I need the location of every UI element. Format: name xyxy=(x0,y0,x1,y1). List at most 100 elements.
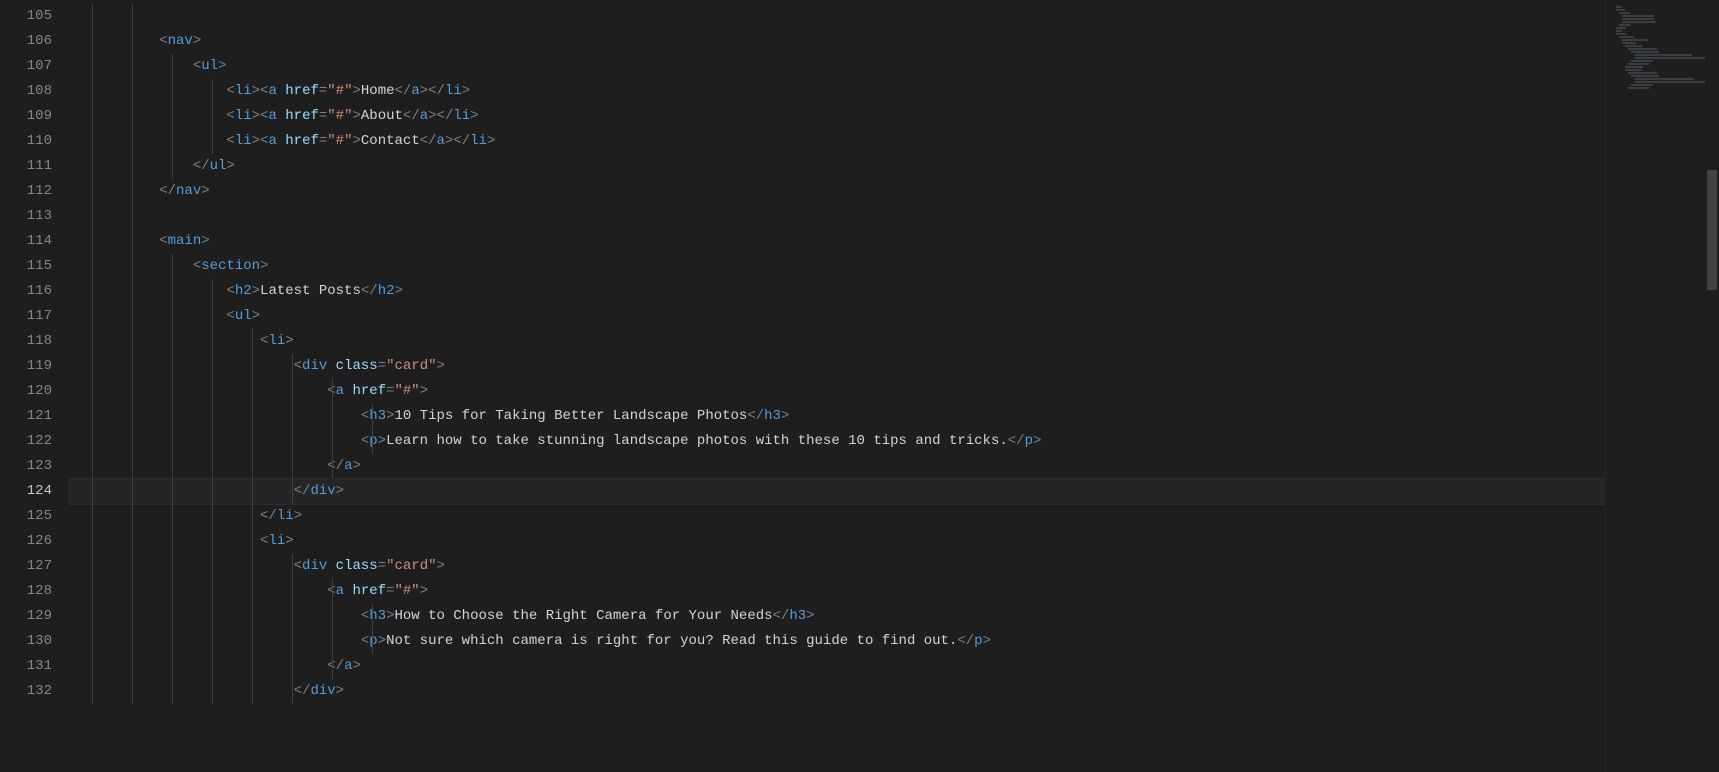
code-line[interactable]: </ul> xyxy=(70,154,1605,179)
line-number[interactable]: 115 xyxy=(0,254,52,279)
indent-guide xyxy=(332,604,333,629)
minimap[interactable] xyxy=(1605,0,1705,772)
code-line[interactable]: </div> xyxy=(70,479,1605,504)
code-line[interactable]: <div class="card"> xyxy=(70,554,1605,579)
line-number[interactable]: 131 xyxy=(0,654,52,679)
vertical-scrollbar[interactable] xyxy=(1705,0,1719,772)
line-number[interactable]: 130 xyxy=(0,629,52,654)
indent-guide xyxy=(92,129,93,154)
token-tag: nav xyxy=(176,183,201,199)
minimap-line xyxy=(1628,87,1649,89)
indent-guide xyxy=(132,379,133,404)
code-line[interactable]: <li><a href="#">Home</a></li> xyxy=(70,79,1605,104)
line-number[interactable]: 108 xyxy=(0,79,52,104)
code-line[interactable]: <h2>Latest Posts</h2> xyxy=(70,279,1605,304)
line-number[interactable]: 121 xyxy=(0,404,52,429)
line-number[interactable]: 114 xyxy=(0,229,52,254)
line-number[interactable]: 123 xyxy=(0,454,52,479)
token-txt: Learn how to take stunning landscape pho… xyxy=(386,433,1008,449)
indent-guide xyxy=(292,379,293,404)
line-number[interactable]: 117 xyxy=(0,304,52,329)
line-number[interactable]: 120 xyxy=(0,379,52,404)
token-tag: div xyxy=(310,483,335,499)
line-number[interactable]: 118 xyxy=(0,329,52,354)
line-number-gutter[interactable]: 1051061071081091101111121131141151161171… xyxy=(0,0,70,772)
token-pn: </ xyxy=(957,633,974,649)
indent-guide xyxy=(132,404,133,429)
code-line[interactable]: <li> xyxy=(70,529,1605,554)
code-line[interactable]: </li> xyxy=(70,504,1605,529)
minimap-line xyxy=(1616,6,1622,8)
line-number[interactable]: 126 xyxy=(0,529,52,554)
code-line[interactable] xyxy=(70,4,1605,29)
code-line[interactable]: <h3>How to Choose the Right Camera for Y… xyxy=(70,604,1605,629)
indent-guide xyxy=(212,679,213,704)
code-line[interactable]: <ul> xyxy=(70,54,1605,79)
line-number[interactable]: 119 xyxy=(0,354,52,379)
code-line[interactable]: </a> xyxy=(70,454,1605,479)
line-number[interactable]: 109 xyxy=(0,104,52,129)
indent-guide xyxy=(172,504,173,529)
minimap-line xyxy=(1625,66,1643,68)
indent-guide xyxy=(172,329,173,354)
code-line[interactable]: <section> xyxy=(70,254,1605,279)
code-line[interactable]: </nav> xyxy=(70,179,1605,204)
line-number[interactable]: 132 xyxy=(0,679,52,704)
code-line[interactable]: <a href="#"> xyxy=(70,579,1605,604)
line-number[interactable]: 122 xyxy=(0,429,52,454)
code-line[interactable]: <main> xyxy=(70,229,1605,254)
minimap-line xyxy=(1622,42,1636,44)
line-number[interactable]: 129 xyxy=(0,604,52,629)
indent-guide xyxy=(172,304,173,329)
minimap-line xyxy=(1625,69,1642,71)
indent-guide xyxy=(252,329,253,354)
code-line[interactable]: <p>Learn how to take stunning landscape … xyxy=(70,429,1605,454)
code-line[interactable]: <li><a href="#">Contact</a></li> xyxy=(70,129,1605,154)
token-txt xyxy=(277,108,285,124)
line-number[interactable]: 113 xyxy=(0,204,52,229)
indent-guide xyxy=(132,604,133,629)
line-number[interactable]: 107 xyxy=(0,54,52,79)
line-number[interactable]: 116 xyxy=(0,279,52,304)
line-number[interactable]: 105 xyxy=(0,4,52,29)
indent-guide xyxy=(212,554,213,579)
line-number[interactable]: 124 xyxy=(0,479,52,504)
token-pn: > xyxy=(260,258,268,274)
code-line[interactable] xyxy=(70,204,1605,229)
token-pn: > xyxy=(353,83,361,99)
code-area[interactable]: <nav> <ul> <li><a href="#">Home</a></li>… xyxy=(70,0,1605,772)
code-line[interactable]: <li><a href="#">About</a></li> xyxy=(70,104,1605,129)
code-line[interactable]: </a> xyxy=(70,654,1605,679)
indent-guide xyxy=(92,204,93,229)
code-line[interactable]: <li> xyxy=(70,329,1605,354)
token-txt xyxy=(277,83,285,99)
token-pn: </ xyxy=(395,83,412,99)
line-number[interactable]: 106 xyxy=(0,29,52,54)
line-number[interactable]: 110 xyxy=(0,129,52,154)
scrollbar-thumb[interactable] xyxy=(1707,170,1717,290)
token-pn: > xyxy=(437,358,445,374)
line-number[interactable]: 127 xyxy=(0,554,52,579)
line-number[interactable]: 128 xyxy=(0,579,52,604)
code-line[interactable]: <a href="#"> xyxy=(70,379,1605,404)
code-line[interactable]: <div class="card"> xyxy=(70,354,1605,379)
line-number[interactable]: 111 xyxy=(0,154,52,179)
token-str: "#" xyxy=(327,133,352,149)
token-tag: p xyxy=(974,633,982,649)
line-number[interactable]: 125 xyxy=(0,504,52,529)
code-line[interactable]: <h3>10 Tips for Taking Better Landscape … xyxy=(70,404,1605,429)
code-line[interactable]: <p>Not sure which camera is right for yo… xyxy=(70,629,1605,654)
code-line[interactable]: <ul> xyxy=(70,304,1605,329)
line-number[interactable]: 112 xyxy=(0,179,52,204)
indent-guide xyxy=(92,679,93,704)
token-tag: section xyxy=(201,258,260,274)
token-pn: > xyxy=(806,608,814,624)
token-pn: > xyxy=(252,283,260,299)
code-editor[interactable]: 1051061071081091101111121131141151161171… xyxy=(0,0,1719,772)
token-pn: > xyxy=(983,633,991,649)
code-line[interactable]: </div> xyxy=(70,679,1605,704)
indent-guide xyxy=(132,479,133,504)
code-line[interactable]: <nav> xyxy=(70,29,1605,54)
token-pn: < xyxy=(226,283,234,299)
indent-guide xyxy=(92,279,93,304)
